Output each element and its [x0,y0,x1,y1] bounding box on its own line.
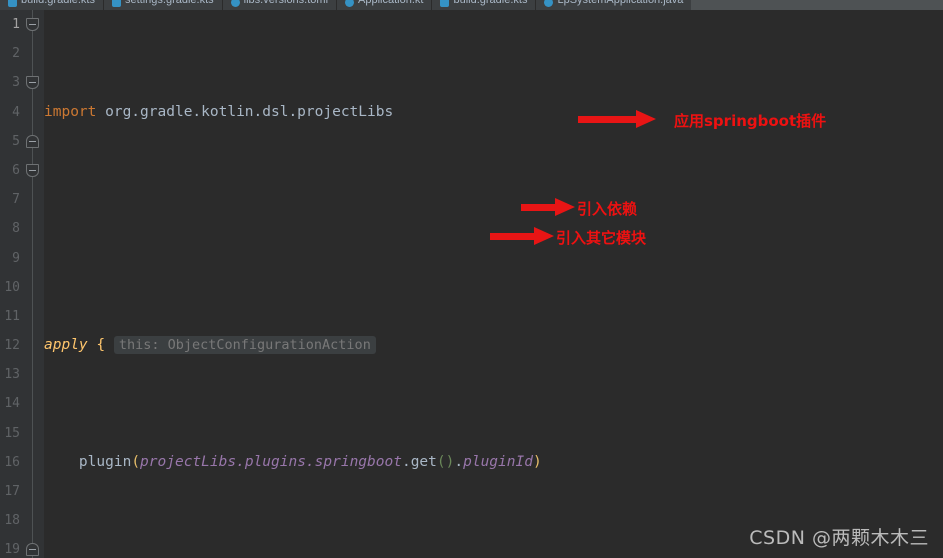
dot: . [454,454,464,470]
line-number: 3 [12,75,20,91]
tab-libs-versions-toml[interactable]: libs.versions.toml [223,0,338,10]
open-paren: ( [131,454,141,470]
tab-lp-system-application-java[interactable]: LpSystemApplication.java [536,0,691,10]
tab-label: Application.kt [358,0,424,6]
keyword-import: import [44,103,97,120]
line-number: 14 [4,396,20,412]
fold-marker-line-1[interactable] [26,18,39,31]
line-number: 17 [4,484,20,499]
annotation-label-apply-springboot-plugin: 应用springboot插件 [674,112,827,130]
line-number: 19 [4,542,20,558]
import-path: org.gradle.kotlin.dsl.projectLibs [96,103,394,120]
code-content[interactable]: import org.gradle.kotlin.dsl.projectLibs… [44,10,943,558]
line-number: 7 [12,192,20,208]
tab-application-kt[interactable]: Application.kt [337,0,433,10]
annotation-label-introduce-dependency: 引入依赖 [577,200,638,218]
line-number: 4 [12,104,20,120]
folding-rail [32,10,33,558]
gradle-file-icon [440,0,450,7]
get-call: get [410,454,437,470]
line-number: 13 [4,367,20,383]
apply-call: apply [44,337,88,354]
inlay-hint-this-type: this: ObjectConfigurationAction [113,336,376,355]
gradle-file-icon [8,0,17,7]
editor-tab-bar[interactable]: build.gradle.kts settings.gradle.kts lib… [0,0,943,10]
tab-build-gradle-kts-1[interactable]: build.gradle.kts [0,0,104,10]
tab-label: build.gradle.kts [453,0,528,6]
line-number: 9 [12,250,20,266]
line-number: 8 [12,221,20,237]
line-numbers: 1 2 3 4 5 6 7 8 9 10 11 12 13 14 15 16 1… [0,10,22,558]
code-editor[interactable]: 1 2 3 4 5 6 7 8 9 10 11 12 13 14 15 16 1… [0,10,943,558]
prop-pluginid: pluginId [463,454,533,470]
close-paren: ) [532,454,542,470]
receiver-projectlibs: projectLibs [140,454,237,470]
dot: . [401,454,411,470]
kotlin-file-icon [345,0,355,7]
gradle-file-icon [112,0,121,7]
code-line-3: apply { this: ObjectConfigurationAction [44,331,943,360]
dot: . [305,454,315,470]
line-number: 1 [12,17,20,32]
tab-label: libs.versions.toml [243,0,329,6]
java-file-icon [544,0,554,7]
tab-label: settings.gradle.kts [125,0,214,6]
dot: . [236,454,245,470]
toml-file-icon [230,0,240,7]
empty-parens: () [436,454,455,470]
line-number: 10 [4,279,20,295]
fold-marker-line-6[interactable] [26,164,39,177]
tab-label: build.gradle.kts [21,0,95,6]
tab-bar-filler [691,0,943,10]
csdn-watermark: CSDN @两颗木木三 [749,527,929,549]
plugin-call: plugin [78,454,132,470]
fold-marker-line-19[interactable] [26,543,39,556]
fold-marker-line-5[interactable] [26,135,39,148]
line-number: 6 [12,162,20,178]
tab-settings-gradle-kts[interactable]: settings.gradle.kts [104,0,223,10]
line-number: 11 [4,308,20,324]
code-line-4: plugin(projectLibs.plugins.springboot.ge… [44,448,943,477]
code-folding-gutter[interactable] [22,10,44,558]
line-number: 2 [12,46,20,62]
line-number: 16 [4,454,20,470]
line-number: 12 [4,338,20,354]
prop-plugins: plugins [244,454,306,470]
fold-marker-line-3[interactable] [26,76,39,89]
open-brace: { [87,337,106,354]
line-number: 15 [4,425,20,441]
tab-build-gradle-kts-2[interactable]: build.gradle.kts [432,0,537,10]
line-number: 5 [12,133,20,149]
line-number: 18 [4,513,20,529]
prop-springboot: springboot [314,454,402,470]
annotation-label-introduce-other-modules: 引入其它模块 [556,229,647,247]
tab-label: LpSystemApplication.java [557,0,684,6]
